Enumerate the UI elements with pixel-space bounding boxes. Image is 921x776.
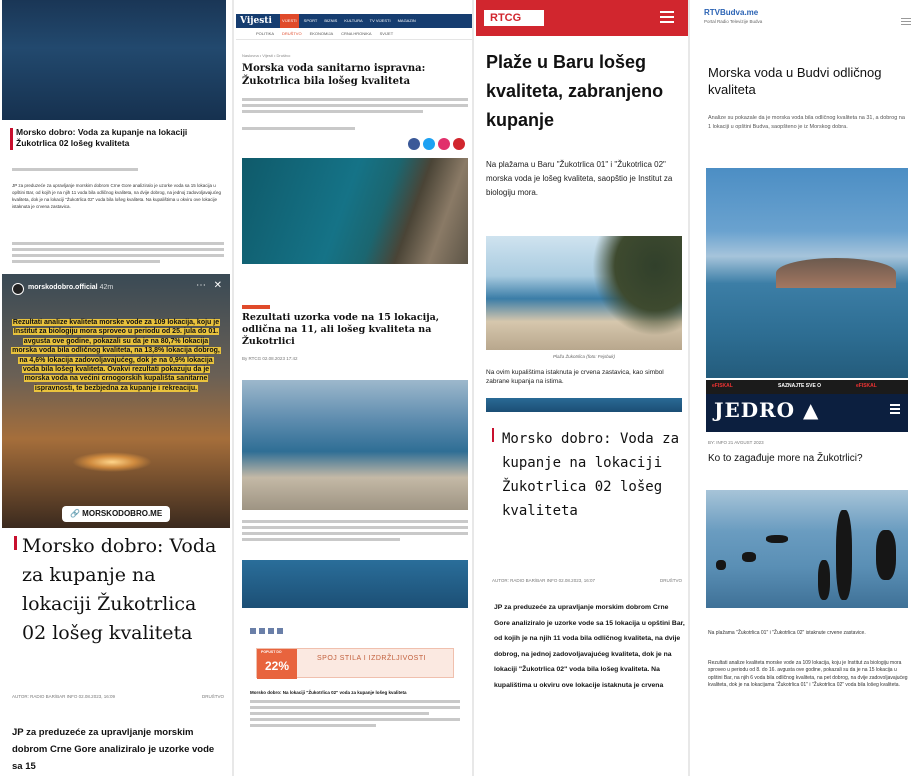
social-share [408,138,465,150]
discount-badge: POPUST DO 22% [257,649,297,679]
share-icon[interactable] [277,628,283,634]
section-meta[interactable]: DRUŠTVO [202,694,224,700]
paragraph-lines [12,242,224,266]
share-icon[interactable] [268,628,274,634]
meta-line [12,168,222,174]
kicker-bar [492,428,494,442]
headline-1[interactable]: Morska voda sanitarno ispravna: Žukotrli… [242,62,468,88]
share-icons [250,628,283,634]
headline-small[interactable]: Morsko dobro: Voda za kupanje na lokacij… [16,127,222,149]
breadcrumb[interactable]: Naslovna • Vijesti • Društvo [242,53,290,58]
link-sticker[interactable]: 🔗 MORSKODOBRO.ME [62,506,171,522]
instagram-icon[interactable] [438,138,450,150]
sea-photo [2,0,226,120]
lead-text: JP za preduzeće za upravljanje morskim d… [12,727,215,772]
swimmers-photo [706,490,908,608]
section-kicker [242,305,270,309]
email-icon[interactable] [453,138,465,150]
headline-2[interactable]: Ko to zagađuje more na Žukotrlici? [708,452,908,465]
body-text-3: Rezultati analize kvaliteta morske vode … [708,660,908,689]
beach-photo [242,380,468,510]
subnav-item[interactable]: DRUŠTVO [282,28,302,39]
paragraph-lines [242,520,468,544]
author-meta: AUTOR: RADIO BAR/BAR INFO 02.08.2023, 16… [12,694,115,699]
headline-2[interactable]: Rezultati uzorka vode na 15 lokacija, od… [242,312,468,348]
beach-photo [486,236,682,350]
facebook-icon[interactable] [408,138,420,150]
nav-item[interactable]: SPORT [302,14,320,28]
headline-2[interactable]: Morsko dobro: Voda za kupanje na lokacij… [502,427,682,523]
ad-banner[interactable]: POPUST DO 22% SPOJ STILA I IZDRŽLJIVOSTI [256,648,454,679]
article-rtvbudva: RTVBudva.me Portal Radio Televizije Budv… [692,0,921,776]
sea-photo [486,398,682,412]
site-subtitle: Portal Radio Televizije Budva [704,19,763,24]
nav-items: VIJESTI SPORT BIZNIS KULTURA TV VIJESTI … [280,14,418,28]
paragraph-lines [250,700,460,730]
body-text: Analize su pokazale da je morska voda bi… [708,115,905,130]
share-icon[interactable] [250,628,256,634]
site-logo[interactable]: RTVBudva.me [704,8,758,17]
nav-item[interactable]: TV VIJESTI [368,14,393,28]
subnav-item[interactable]: CRNA HRONIKA [341,28,371,39]
article-morskodobro: Morsko dobro: Voda za kupanje na lokacij… [2,0,234,776]
fiscal-banner[interactable]: eFISKAL SAZNAJTE SVE O eFISKAL [706,380,908,394]
nav-item[interactable]: MAGAZIN [396,14,418,28]
close-icon[interactable]: ✕ [214,280,222,291]
headline-3[interactable]: Morsko dobro: Na lokaciji "Žukotrlica 02… [250,690,460,695]
subnav-item[interactable]: EKONOMIJA [310,28,334,39]
author-meta: AUTOR: RADIO BAR/BAR INFO 02.08.2023, 16… [492,578,595,583]
photo-caption: Plaža Žukotrlica (foto: Fejsbuk) [552,354,616,359]
headline: Plaže u Baru lošeg kvaliteta, zabranjeno… [486,52,664,130]
menu-icon[interactable] [660,11,674,26]
budva-photo [706,168,908,378]
twitter-icon[interactable] [423,138,435,150]
story-text: Rezultati analize kvaliteta morske vode … [11,319,221,392]
ad-slogan: SPOJ STILA I IZDRŽLJIVOSTI [317,655,427,662]
paragraph-lines [242,98,468,133]
nav-item[interactable]: KULTURA [342,14,364,28]
share-icon[interactable] [259,628,265,634]
headline: Morska voda u Budvi odličnog kvaliteta [708,65,882,97]
headline-big[interactable]: Morsko dobro: Voda za kupanje na lokacij… [22,532,222,648]
story-username[interactable]: morskodobro.official 42m [28,284,113,291]
lead-text: JP za preduzeće za upravljanje morskim d… [494,604,685,689]
avatar[interactable] [12,283,24,295]
kicker-bar [14,536,17,550]
site-logo[interactable]: Vijesti [240,14,272,28]
nav-item[interactable]: VIJESTI [280,14,299,28]
sunset-glow [72,452,152,472]
subnav-item[interactable]: POLITIKA [256,28,274,39]
cliff-photo [242,158,468,264]
menu-icon[interactable] [901,18,911,27]
body-text: Na plažama u Baru "Žukotrlica 01" i "Žuk… [486,160,673,197]
menu-icon[interactable] [890,404,900,416]
body-text-2: Na ovim kupalištima istaknuta je crvena … [486,369,664,385]
sub-nav: POLITIKA DRUŠTVO EKONOMIJA CRNA HRONIKA … [236,28,472,40]
article-vijesti: Vijesti VIJESTI SPORT BIZNIS KULTURA TV … [236,0,474,776]
body-text-2: Na plažama "Žukotrlica 01" i "Žukotrlica… [708,630,866,636]
section-meta[interactable]: DRUŠTVO [660,578,682,584]
article-meta: AUTOR: RADIO BAR/BAR INFO 02.08.2023, 16… [492,578,682,584]
nav-item[interactable]: BIZNIS [322,14,339,28]
article-meta: By RTCG 02.08.2023 17:42 [242,356,298,361]
more-icon[interactable]: ⋯ [196,280,206,291]
sea-photo [242,560,468,608]
article-meta: BY: INFO 21 AVGUST 2023 [708,440,764,445]
jedro-header: eFISKAL SAZNAJTE SVE O eFISKAL JEDRO ▲ [706,380,908,432]
subnav-item[interactable]: SVIJET [380,28,394,39]
site-logo[interactable]: RTCG [484,10,544,26]
article-meta: AUTOR: RADIO BAR/BAR INFO 02.08.2023, 16… [12,694,224,700]
jedro-logo[interactable]: JEDRO ▲ [714,398,819,422]
instagram-story[interactable]: morskodobro.official 42m ⋯ ✕ Rezultati a… [2,274,230,528]
article-rtcg: RTCG Plaže u Baru lošeg kvaliteta, zabra… [476,0,690,776]
intro-text: JP za preduzeće za upravljanje morskim d… [12,183,222,209]
kicker-bar [10,128,13,150]
